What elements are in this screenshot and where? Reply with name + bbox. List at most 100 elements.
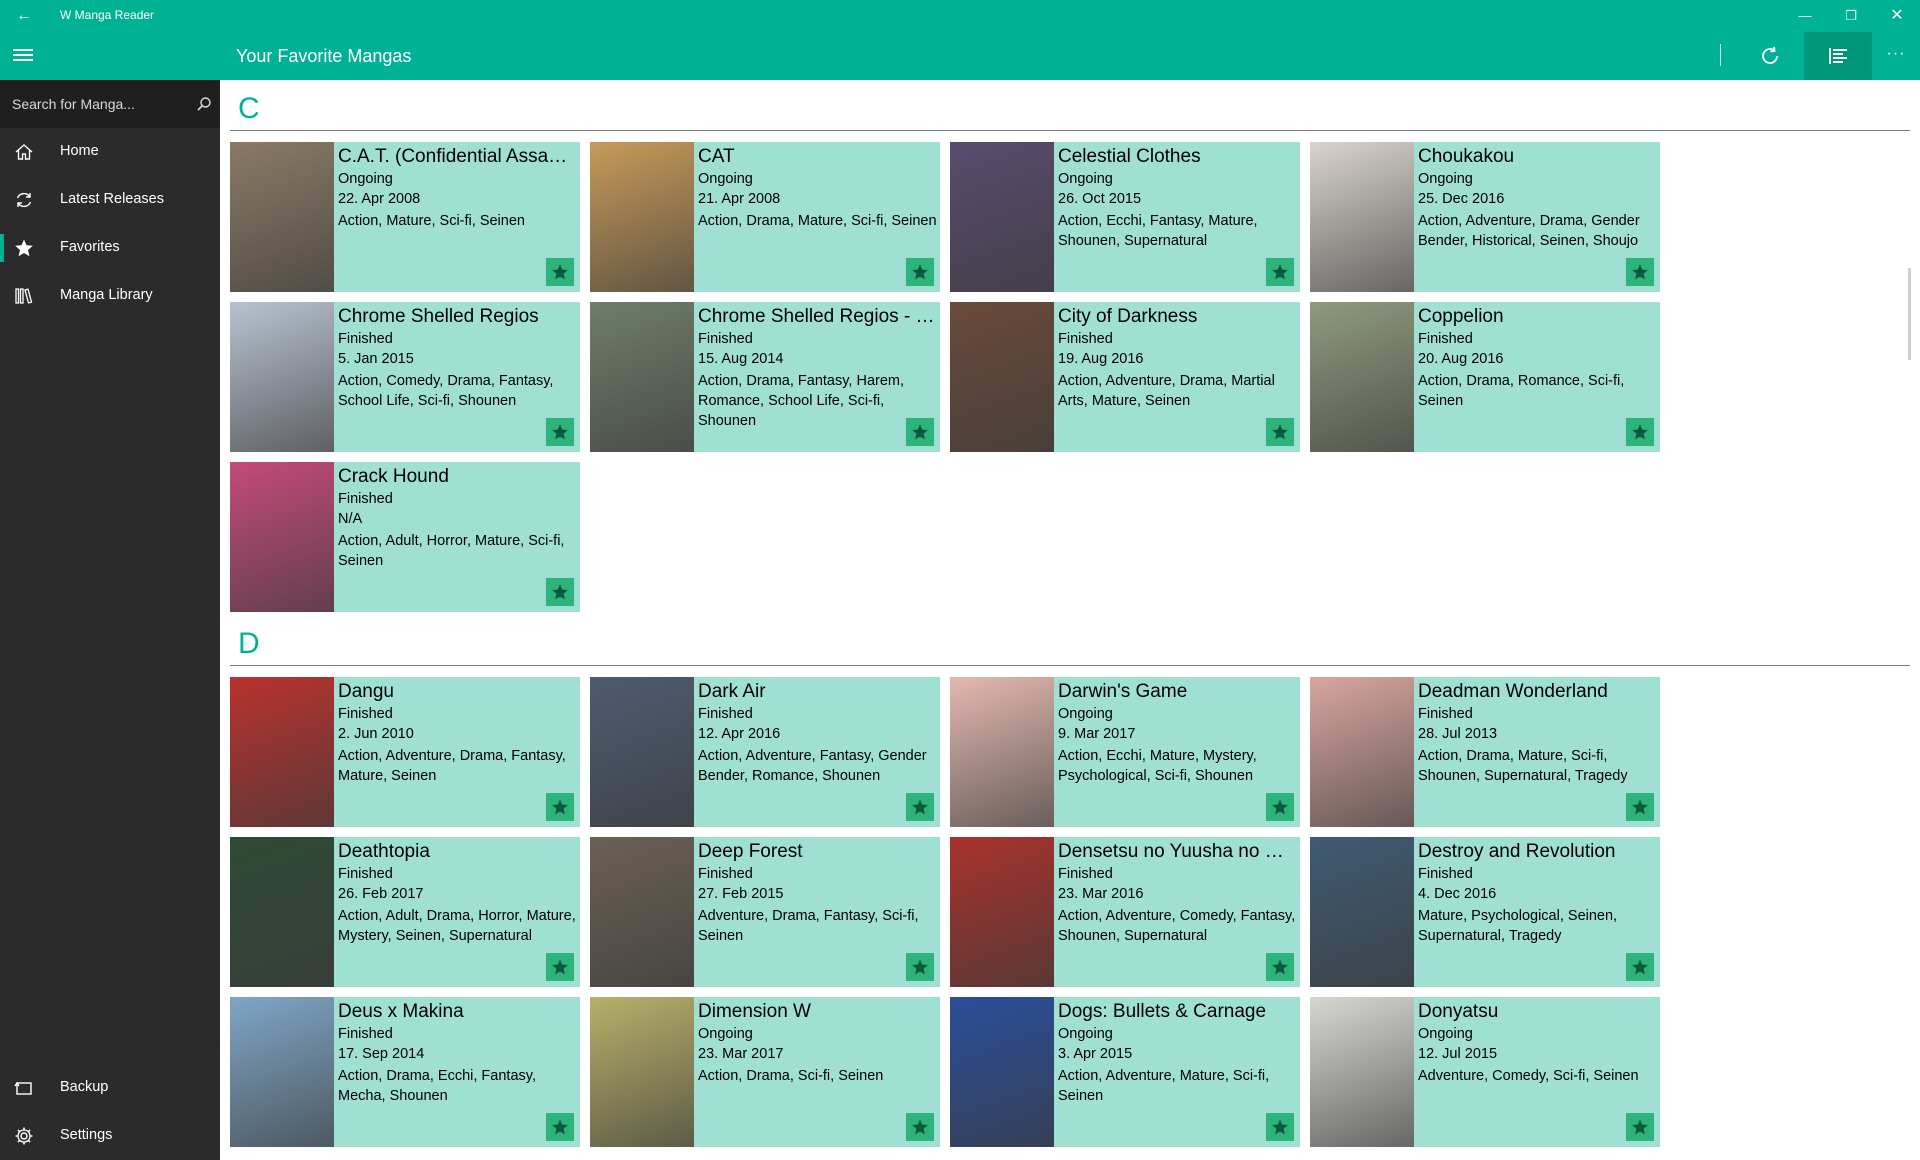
- manga-cover-image: [230, 142, 334, 292]
- favorite-star-button[interactable]: [1626, 953, 1654, 981]
- favorite-star-button[interactable]: [546, 258, 574, 286]
- favorite-star-button[interactable]: [1266, 418, 1294, 446]
- manga-date: 26. Feb 2017: [338, 886, 424, 902]
- manga-status: Finished: [1058, 331, 1113, 347]
- minimize-button[interactable]: —: [1782, 0, 1828, 32]
- star-icon: [1272, 424, 1288, 440]
- manga-title: Coppelion: [1418, 306, 1504, 327]
- manga-card[interactable]: Coppelion Finished 20. Aug 2016 Action, Dra…: [1310, 302, 1660, 452]
- manga-card[interactable]: Celestial Clothes Ongoing 26. Oct 2015 Acti…: [950, 142, 1300, 292]
- favorite-star-button[interactable]: [906, 793, 934, 821]
- manga-card[interactable]: Dogs: Bullets & Carnage Ongoing 3. Apr 201…: [950, 997, 1300, 1147]
- manga-title: CAT: [698, 146, 735, 167]
- manga-card[interactable]: Dangu Finished 2. Jun 2010 Action, Adventur…: [230, 677, 580, 827]
- favorites-content: C C.A.T. (Confidential Assassination Tro…: [220, 80, 1920, 1160]
- star-icon: [1272, 799, 1288, 815]
- manga-card[interactable]: Dimension W Ongoing 23. Mar 2017 Action, Dr…: [590, 997, 940, 1147]
- manga-card[interactable]: CAT Ongoing 21. Apr 2008 Action, Drama, Mat…: [590, 142, 940, 292]
- manga-genres: Action, Drama, Sci-fi, Seinen: [698, 1068, 884, 1084]
- sidebar: Home Latest Releases Favorites Manga Lib…: [0, 80, 220, 1160]
- favorite-star-button[interactable]: [1626, 793, 1654, 821]
- manga-card[interactable]: Choukakou Ongoing 25. Dec 2016 Action, Adve…: [1310, 142, 1660, 292]
- manga-card[interactable]: Darwin's Game Ongoing 9. Mar 2017 Action, E…: [950, 677, 1300, 827]
- sidebar-item-latest-releases[interactable]: Latest Releases: [0, 176, 220, 224]
- group-divider: [230, 665, 1910, 666]
- favorite-star-button[interactable]: [1626, 418, 1654, 446]
- manga-date: 9. Mar 2017: [1058, 726, 1136, 742]
- manga-date: 4. Dec 2016: [1418, 886, 1497, 902]
- sidebar-item-backup[interactable]: Backup: [0, 1064, 220, 1112]
- manga-status: Ongoing: [1418, 171, 1473, 187]
- star-icon: [552, 424, 568, 440]
- group-header-letter: C: [238, 92, 260, 125]
- search-icon[interactable]: [196, 96, 212, 112]
- favorite-star-button[interactable]: [546, 793, 574, 821]
- manga-date: 27. Feb 2015: [698, 886, 784, 902]
- manga-date: 23. Mar 2017: [698, 1046, 784, 1062]
- sidebar-item-home[interactable]: Home: [0, 128, 220, 176]
- home-icon: [14, 142, 34, 162]
- manga-card[interactable]: Deus x Makina Finished 17. Sep 2014 Action,…: [230, 997, 580, 1147]
- manga-card[interactable]: C.A.T. (Confidential Assassination Troop…: [230, 142, 580, 292]
- manga-card[interactable]: Chrome Shelled Regios - Missing Mail Fini…: [590, 302, 940, 452]
- back-button[interactable]: ←: [8, 4, 40, 28]
- manga-card[interactable]: Destroy and Revolution Finished 4. Dec 201…: [1310, 837, 1660, 987]
- manga-genres: Action, Adventure, Mature, Sci-fi, Seine…: [1058, 1068, 1270, 1104]
- manga-cover-image: [230, 677, 334, 827]
- manga-title: Celestial Clothes: [1058, 146, 1201, 167]
- more-options-button[interactable]: ···: [1876, 32, 1916, 80]
- scrollbar-thumb[interactable]: [1908, 268, 1911, 360]
- manga-title: Crack Hound: [338, 466, 449, 487]
- hamburger-menu-button[interactable]: [0, 32, 48, 80]
- sidebar-item-settings[interactable]: Settings: [0, 1112, 220, 1160]
- favorite-star-button[interactable]: [546, 418, 574, 446]
- favorite-star-button[interactable]: [1626, 1113, 1654, 1141]
- list-view-button[interactable]: [1804, 32, 1872, 80]
- favorite-star-button[interactable]: [1266, 953, 1294, 981]
- sidebar-item-manga-library[interactable]: Manga Library: [0, 272, 220, 320]
- manga-grid: C.A.T. (Confidential Assassination Troop…: [230, 142, 1660, 612]
- star-icon: [552, 1119, 568, 1135]
- group-header-letter: D: [238, 627, 260, 660]
- title-bar: ← W Manga Reader — ❐ ✕: [0, 0, 1920, 32]
- manga-card[interactable]: Deathtopia Finished 26. Feb 2017 Action, Ad…: [230, 837, 580, 987]
- sidebar-item-label: Manga Library: [60, 287, 153, 303]
- manga-status: Finished: [698, 866, 753, 882]
- favorite-star-button[interactable]: [1626, 258, 1654, 286]
- command-bar: Your Favorite Mangas ···: [0, 32, 1920, 80]
- favorite-star-button[interactable]: [906, 258, 934, 286]
- close-button[interactable]: ✕: [1874, 0, 1920, 32]
- manga-genres: Action, Comedy, Drama, Fantasy, School L…: [338, 373, 554, 409]
- page-title: Your Favorite Mangas: [236, 46, 412, 66]
- restore-button[interactable]: ❐: [1828, 0, 1874, 32]
- manga-title: Darwin's Game: [1058, 681, 1188, 702]
- manga-card[interactable]: City of Darkness Finished 19. Aug 2016 Acti…: [950, 302, 1300, 452]
- star-icon: [552, 959, 568, 975]
- favorite-star-button[interactable]: [546, 1113, 574, 1141]
- manga-card[interactable]: Crack Hound Finished N/A Action, Adult, Hor…: [230, 462, 580, 612]
- search-input[interactable]: [0, 80, 190, 128]
- favorite-star-button[interactable]: [1266, 1113, 1294, 1141]
- manga-card[interactable]: Deadman Wonderland Finished 28. Jul 2013 Ac…: [1310, 677, 1660, 827]
- favorite-star-button[interactable]: [906, 1113, 934, 1141]
- manga-title: Chrome Shelled Regios - Missing Mail: [698, 306, 936, 327]
- refresh-button[interactable]: [1736, 32, 1804, 80]
- manga-card[interactable]: Chrome Shelled Regios Finished 5. Jan 2015…: [230, 302, 580, 452]
- manga-cover-image: [1310, 997, 1414, 1147]
- manga-title: Deep Forest: [698, 841, 803, 862]
- manga-card[interactable]: Densetsu no Yuusha no Densetsu Finished 23…: [950, 837, 1300, 987]
- favorite-star-button[interactable]: [906, 418, 934, 446]
- manga-cover-image: [230, 837, 334, 987]
- manga-card[interactable]: Dark Air Finished 12. Apr 2016 Action, Adve…: [590, 677, 940, 827]
- sidebar-item-label: Backup: [60, 1079, 109, 1095]
- favorite-star-button[interactable]: [1266, 793, 1294, 821]
- manga-date: 26. Oct 2015: [1058, 191, 1142, 207]
- favorite-star-button[interactable]: [546, 578, 574, 606]
- sidebar-item-favorites[interactable]: Favorites: [0, 224, 220, 272]
- star-icon: [912, 799, 928, 815]
- manga-card[interactable]: Deep Forest Finished 27. Feb 2015 Adventure…: [590, 837, 940, 987]
- favorite-star-button[interactable]: [546, 953, 574, 981]
- favorite-star-button[interactable]: [1266, 258, 1294, 286]
- favorite-star-button[interactable]: [906, 953, 934, 981]
- manga-card[interactable]: Donyatsu Ongoing 12. Jul 2015 Adventure, Co…: [1310, 997, 1660, 1147]
